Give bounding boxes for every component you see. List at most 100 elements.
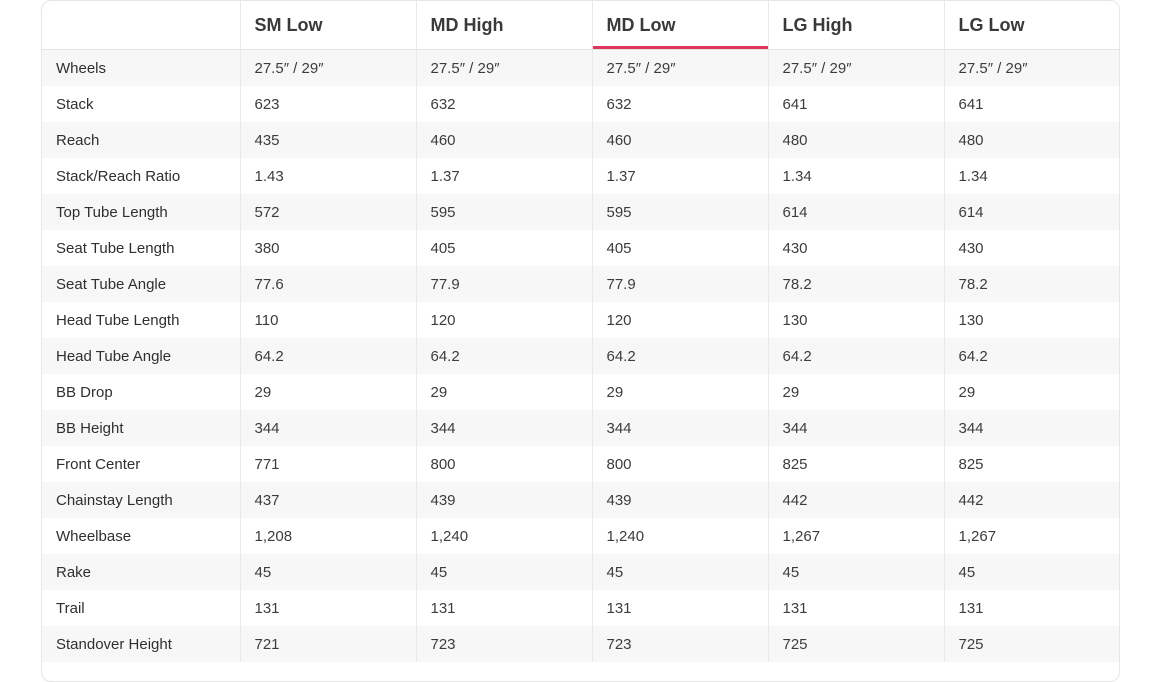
table-row: BB Drop 29 29 29 29 29	[42, 374, 1119, 410]
column-header-lg-high[interactable]: LG High	[768, 1, 945, 50]
table-cell: 64.2	[768, 338, 945, 374]
table-cell: 131	[958, 599, 984, 617]
table-cell: 439	[592, 482, 769, 518]
table-cell: 1.43	[240, 158, 417, 194]
table-row: Seat Tube Angle 77.6 77.9 77.9 78.2 78.2	[42, 266, 1119, 302]
table-cell: 130	[958, 311, 984, 329]
table-cell: 480	[768, 122, 945, 158]
table-row: Wheelbase 1,208 1,240 1,240 1,267 1,267	[42, 518, 1119, 554]
row-label: Head Tube Length	[42, 302, 241, 338]
table-cell: 1.37	[416, 158, 593, 194]
table-cell: 27.5″ / 29″	[944, 49, 1119, 86]
table-cell: 800	[416, 446, 593, 482]
table-row: Rake 45 45 45 45 45	[42, 554, 1119, 590]
table-cell: 1.37	[592, 158, 769, 194]
table-row: Seat Tube Length 380 405 405 430 430	[42, 230, 1119, 266]
table-cell: 131	[240, 590, 417, 626]
table-row: BB Height 344 344 344 344 344	[42, 410, 1119, 446]
table-row: Top Tube Length 572 595 595 614 614	[42, 194, 1119, 230]
table-cell: 131	[592, 590, 769, 626]
table-cell: 800	[592, 446, 769, 482]
table-cell: 641	[768, 86, 945, 122]
row-label: Stack/Reach Ratio	[42, 158, 241, 194]
row-label: BB Height	[42, 410, 241, 446]
table-cell: 641	[958, 95, 984, 113]
table-cell: 64.2	[944, 338, 1119, 374]
table-cell: 595	[592, 194, 769, 230]
table-cell: 442	[944, 482, 1119, 518]
table-cell: 632	[592, 86, 769, 122]
table-cell: 78.2	[768, 266, 945, 302]
row-label: BB Drop	[42, 374, 241, 410]
table-cell: 1.34	[958, 167, 988, 185]
column-header-md-low[interactable]: MD Low	[592, 1, 769, 50]
table-cell: 435	[240, 122, 417, 158]
table-cell: 1.34	[768, 158, 945, 194]
table-row: Reach 435 460 460 480 480	[42, 122, 1119, 158]
table-cell: 380	[240, 230, 417, 266]
row-label: Chainstay Length	[42, 482, 241, 518]
table-cell: 595	[416, 194, 593, 230]
table-row: Chainstay Length 437 439 439 442 442	[42, 482, 1119, 518]
table-cell: 405	[416, 230, 593, 266]
table-cell: 1,240	[592, 518, 769, 554]
table-cell: 344	[592, 410, 769, 446]
table-cell: 439	[416, 482, 593, 518]
table-cell: 344	[944, 410, 1119, 446]
table-cell: 771	[240, 446, 417, 482]
table-cell: 614	[944, 194, 1119, 230]
table-cell: 45	[416, 554, 593, 590]
table-cell: 623	[240, 86, 417, 122]
row-label: Stack	[42, 86, 241, 122]
table-row: Stack 623 632 632 641 641	[42, 86, 1119, 122]
table-cell: 723	[592, 626, 769, 662]
table-cell: 29	[768, 374, 945, 410]
table-row: Head Tube Angle 64.2 64.2 64.2 64.2 64.2	[42, 338, 1119, 374]
table-cell: 130	[768, 302, 945, 338]
table-cell: 721	[240, 626, 417, 662]
table-row: Wheels 27.5″ / 29″ 27.5″ / 29″ 27.5″ / 29″ 2…	[42, 49, 1119, 86]
table-cell: 120	[416, 302, 593, 338]
table-cell: 77.9	[416, 266, 593, 302]
table-cell: 1,208	[240, 518, 417, 554]
row-label: Head Tube Angle	[42, 338, 241, 374]
column-header-lg-low[interactable]: LG Low	[944, 1, 1119, 50]
table-cell: 77.9	[592, 266, 769, 302]
table-cell: 725	[944, 626, 1119, 662]
table-cell: 614	[768, 194, 945, 230]
geometry-table-container: SM Low MD High MD Low LG High LG Low Whe…	[41, 0, 1120, 682]
table-cell: 344	[240, 410, 417, 446]
table-cell: 344	[416, 410, 593, 446]
column-header-sm-low[interactable]: SM Low	[240, 1, 417, 50]
table-cell: 64.2	[416, 338, 593, 374]
table-cell: 29	[240, 374, 417, 410]
table-cell: 1,267	[958, 527, 997, 545]
column-header-md-high[interactable]: MD High	[416, 1, 593, 50]
table-cell: 825	[768, 446, 945, 482]
table-cell: 110	[240, 302, 417, 338]
row-label: Rake	[42, 554, 241, 590]
table-cell: 64.2	[240, 338, 417, 374]
row-label: Wheels	[42, 49, 241, 86]
column-header-corner	[42, 1, 241, 50]
table-cell: 27.5″ / 29″	[592, 49, 769, 86]
table-cell: 131	[768, 590, 945, 626]
table-row: Front Center 771 800 800 825 825	[42, 446, 1119, 482]
table-cell: 78.2	[944, 266, 1119, 302]
table-cell: 45	[592, 554, 769, 590]
row-label: Front Center	[42, 446, 241, 482]
row-label: Seat Tube Angle	[42, 266, 241, 302]
table-cell: 64.2	[592, 338, 769, 374]
table-cell: 120	[592, 302, 769, 338]
table-cell: 77.6	[240, 266, 417, 302]
table-cell: 430	[768, 230, 945, 266]
table-cell: 131	[416, 590, 593, 626]
row-label: Trail	[42, 590, 241, 626]
table-cell: 442	[768, 482, 945, 518]
table-cell: 572	[240, 194, 417, 230]
table-cell: 29	[592, 374, 769, 410]
row-label: Reach	[42, 122, 241, 158]
table-cell: 344	[768, 410, 945, 446]
geometry-table: SM Low MD High MD Low LG High LG Low Whe…	[42, 1, 1119, 662]
table-row: Trail 131 131 131 131 131	[42, 590, 1119, 626]
